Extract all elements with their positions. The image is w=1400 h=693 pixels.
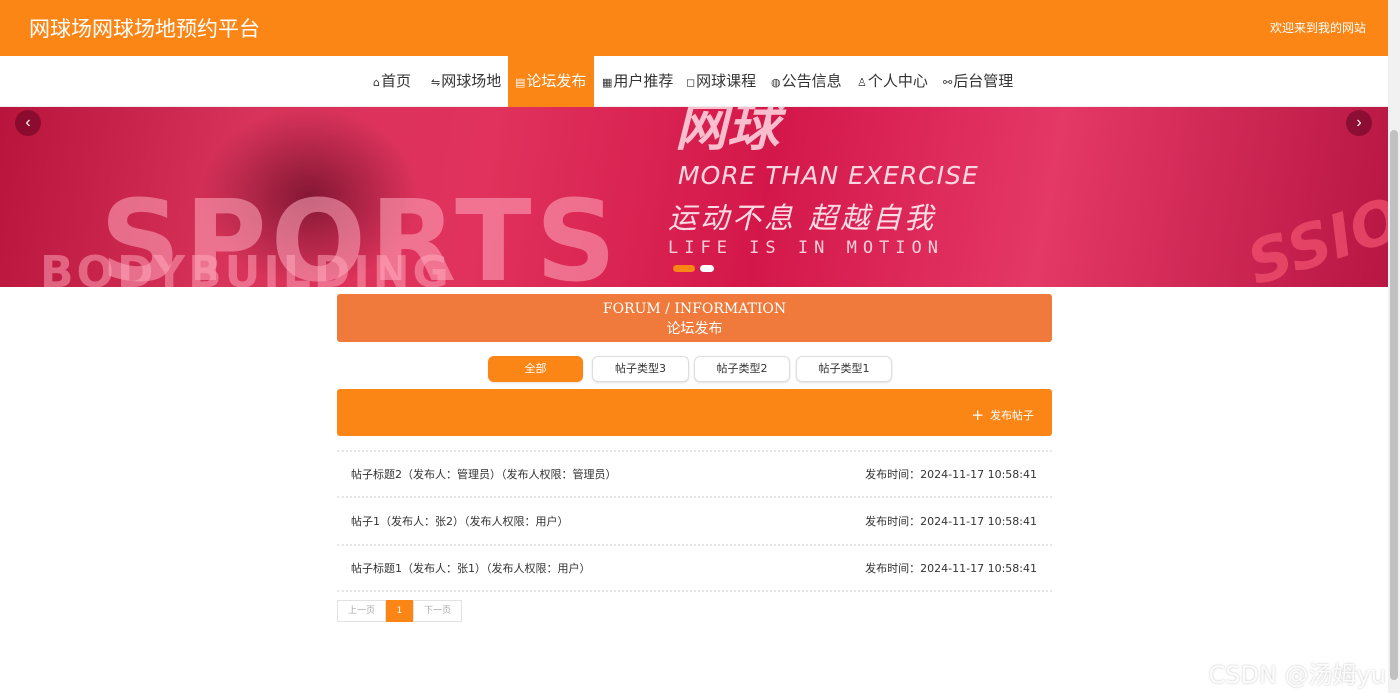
publish-post-button[interactable]: + 发布帖子 (971, 406, 1034, 424)
welcome-text: 欢迎来到我的网站 (1269, 21, 1366, 35)
nav-item-recommend[interactable]: ▦用户推荐 (595, 56, 680, 107)
hero-carousel[interactable]: SPORTS BODYBUILDING 网球 MORE THAN EXERCIS… (0, 107, 1388, 287)
nav-item-admin[interactable]: ⚯后台管理 (936, 56, 1020, 107)
post-title[interactable]: 帖子1（发布人：张2）（发布人权限：用户） (351, 513, 569, 529)
carousel-dot-active[interactable] (673, 265, 695, 272)
filter-type2-button[interactable]: 帖子类型2 (694, 356, 790, 382)
plus-icon: + (971, 406, 984, 424)
post-title[interactable]: 帖子标题1（发布人：张1）（发布人权限：用户） (351, 560, 591, 576)
banner-headline: MORE THAN EXERCISE (678, 161, 979, 190)
prev-page-button[interactable]: 上一页 (337, 600, 386, 622)
filter-type1-button[interactable]: 帖子类型1 (796, 356, 892, 382)
carousel-prev-icon[interactable]: ‹ (15, 110, 41, 136)
forum-title-en: FORUM / INFORMATION (602, 301, 787, 317)
banner-bg-text: SSION (1239, 168, 1388, 287)
user-icon: ♙ (857, 76, 867, 89)
csdn-watermark: CSDN @汤姆yu (1208, 661, 1386, 689)
post-row[interactable]: 帖子标题1（发布人：张1）（发布人权限：用户） 发布时间：2024-11-17 … (337, 548, 1052, 588)
divider (337, 496, 1052, 498)
link-icon: ⚯ (943, 76, 953, 89)
banner-bg-text: BODYBUILDING (40, 247, 452, 287)
nav-item-courses[interactable]: ◻网球课程 (679, 56, 763, 107)
site-title[interactable]: 网球场网球场地预约平台 (29, 13, 260, 43)
nav-item-announcements[interactable]: ◍公告信息 (764, 56, 849, 107)
filter-type3-button[interactable]: 帖子类型3 (592, 356, 689, 382)
page-1-button[interactable]: 1 (386, 600, 413, 622)
post-time: 发布时间：2024-11-17 10:58:41 (865, 468, 1037, 481)
carousel-dot[interactable] (700, 265, 714, 272)
post-action-bar: + 发布帖子 (337, 389, 1052, 436)
nav-item-label: 首页 (380, 72, 411, 90)
nav-item-label: 用户推荐 (613, 72, 674, 90)
next-page-button[interactable]: 下一页 (413, 600, 462, 622)
scrollbar-thumb[interactable] (1390, 130, 1398, 680)
banner-brand-text: 网球 (675, 107, 780, 158)
nav-item-forum[interactable]: ▤论坛发布 (508, 56, 594, 107)
post-time: 发布时间：2024-11-17 10:58:41 (865, 562, 1037, 575)
nav-item-label: 网球场地 (441, 72, 502, 90)
divider (337, 450, 1052, 452)
filter-all-button[interactable]: 全部 (488, 356, 583, 382)
divider (337, 544, 1052, 546)
publish-post-label: 发布帖子 (990, 409, 1034, 422)
grid-icon: ▦ (602, 76, 613, 89)
carousel-next-icon[interactable]: › (1346, 110, 1372, 136)
page-scrollbar[interactable] (1388, 0, 1400, 693)
nav-item-label: 后台管理 (953, 72, 1014, 90)
square-icon: ◻ (686, 76, 696, 89)
globe-icon: ◍ (771, 76, 781, 89)
nav-item-label: 个人中心 (867, 72, 928, 90)
home-icon: ⌂ (373, 76, 380, 89)
forum-title-zh: 论坛发布 (666, 321, 723, 337)
nav-item-label: 论坛发布 (526, 72, 587, 90)
nav-item-label: 公告信息 (781, 72, 842, 90)
nav-item-profile[interactable]: ♙个人中心 (850, 56, 935, 107)
divider (337, 590, 1052, 592)
top-header-bar: 网球场网球场地预约平台 欢迎来到我的网站 (0, 0, 1388, 56)
main-nav: ⌂首页 ⇋网球场地 ▤论坛发布 ▦用户推荐 ◻网球课程 ◍公告信息 ♙个人中心 … (0, 56, 1388, 107)
post-time: 发布时间：2024-11-17 10:58:41 (865, 515, 1037, 528)
banner-subline: LIFE IS IN MOTION (668, 238, 944, 258)
post-title[interactable]: 帖子标题2（发布人：管理员）（发布人权限：管理员） (351, 466, 617, 482)
post-row[interactable]: 帖子标题2（发布人：管理员）（发布人权限：管理员） 发布时间：2024-11-1… (337, 454, 1052, 494)
exchange-icon: ⇋ (431, 76, 441, 89)
nav-item-home[interactable]: ⌂首页 (366, 56, 418, 107)
list-icon: ▤ (515, 76, 526, 89)
post-row[interactable]: 帖子1（发布人：张2）（发布人权限：用户） 发布时间：2024-11-17 10… (337, 501, 1052, 541)
nav-item-label: 网球课程 (696, 72, 757, 90)
nav-item-courts[interactable]: ⇋网球场地 (424, 56, 508, 107)
banner-slogan: 运动不息 超越自我 (668, 201, 937, 235)
forum-section-header: FORUM / INFORMATION 论坛发布 (337, 294, 1052, 342)
